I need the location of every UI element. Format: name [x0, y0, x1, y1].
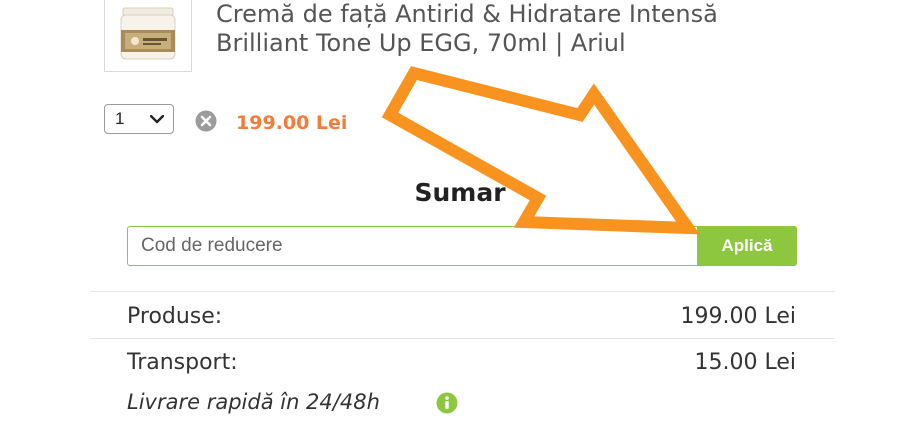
apply-coupon-button[interactable]: Aplică — [697, 226, 797, 266]
delivery-note: Livrare rapidă în 24/48h — [127, 390, 380, 414]
transport-label: Transport: — [127, 350, 238, 375]
product-price: 199.00 Lei — [236, 112, 348, 134]
cream-jar-image — [120, 7, 176, 60]
product-thumbnail[interactable] — [104, 0, 192, 72]
remove-x-circle-icon[interactable] — [195, 110, 217, 132]
product-title-link[interactable]: Cremă de față Antirid & Hidratare Intens… — [216, 0, 776, 58]
products-value: 199.00 Lei — [680, 304, 797, 329]
quantity-select[interactable]: 1 — [104, 104, 174, 134]
products-label: Produse: — [127, 304, 223, 329]
coupon-form: Aplică — [127, 226, 797, 266]
quantity-value: 1 — [115, 109, 125, 128]
divider — [90, 338, 835, 339]
info-circle-icon[interactable] — [436, 392, 458, 414]
chevron-down-icon — [150, 115, 164, 124]
summary-heading: Sumar — [414, 178, 506, 207]
transport-value: 15.00 Lei — [694, 350, 797, 375]
coupon-code-input[interactable] — [128, 227, 698, 265]
divider — [90, 291, 835, 292]
